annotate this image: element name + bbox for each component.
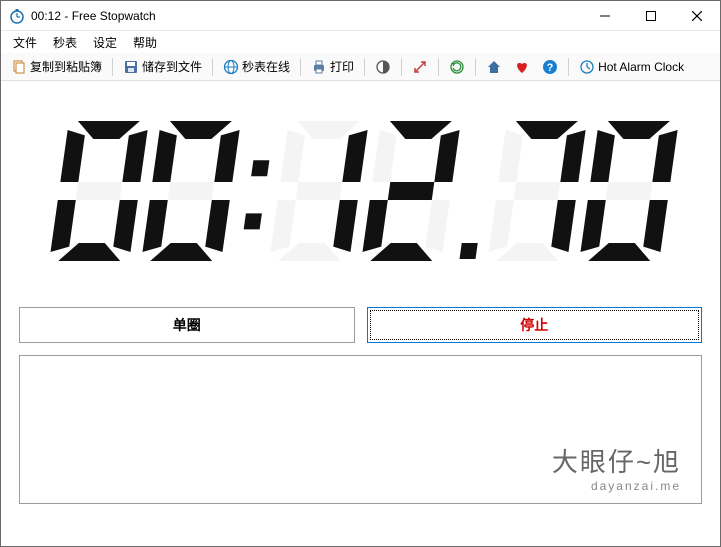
toolbar-online-label: 秒表在线 bbox=[242, 58, 290, 75]
globe-icon bbox=[223, 59, 239, 75]
title-bar: 00:12 - Free Stopwatch bbox=[1, 1, 720, 31]
lap-log[interactable]: 大眼仔~旭 dayanzai.me bbox=[19, 355, 702, 504]
close-button[interactable] bbox=[674, 1, 720, 30]
window-title: 00:12 - Free Stopwatch bbox=[31, 9, 582, 23]
toolbar-print-label: 打印 bbox=[330, 58, 354, 75]
svg-text:?: ? bbox=[547, 62, 554, 74]
expand-icon bbox=[412, 59, 428, 75]
toolbar-separator bbox=[568, 58, 569, 76]
menu-settings[interactable]: 设定 bbox=[85, 32, 125, 53]
save-icon bbox=[123, 59, 139, 75]
toolbar-print-button[interactable]: 打印 bbox=[307, 56, 358, 77]
refresh-icon bbox=[449, 59, 465, 75]
toolbar-hotalarm-label: Hot Alarm Clock bbox=[598, 60, 684, 74]
heart-icon bbox=[514, 59, 530, 75]
minimize-button[interactable] bbox=[582, 1, 628, 30]
clock-icon bbox=[579, 59, 595, 75]
toolbar-save-label: 储存到文件 bbox=[142, 58, 202, 75]
toolbar-save-button[interactable]: 储存到文件 bbox=[119, 56, 206, 77]
print-icon bbox=[311, 59, 327, 75]
watermark-line1: 大眼仔~旭 bbox=[552, 446, 681, 480]
toolbar-contrast-button[interactable] bbox=[371, 57, 395, 77]
toolbar-fullscreen-button[interactable] bbox=[408, 57, 432, 77]
toolbar-separator bbox=[212, 58, 213, 76]
menu-stopwatch[interactable]: 秒表 bbox=[45, 32, 85, 53]
menu-bar: 文件 秒表 设定 帮助 bbox=[1, 31, 720, 53]
lap-button-label: 单圈 bbox=[173, 315, 201, 335]
stop-button[interactable]: 停止 bbox=[367, 307, 703, 343]
maximize-button[interactable] bbox=[628, 1, 674, 30]
window-controls bbox=[582, 1, 720, 30]
time-display bbox=[1, 81, 720, 301]
toolbar-online-button[interactable]: 秒表在线 bbox=[219, 56, 294, 77]
toolbar-home-button[interactable] bbox=[482, 57, 506, 77]
toolbar-separator bbox=[401, 58, 402, 76]
toolbar-separator bbox=[364, 58, 365, 76]
control-buttons: 单圈 停止 bbox=[1, 301, 720, 351]
stop-button-label: 停止 bbox=[520, 315, 548, 335]
watermark: 大眼仔~旭 dayanzai.me bbox=[552, 446, 681, 495]
toolbar-copy-button[interactable]: 复制到粘贴簿 bbox=[7, 56, 106, 77]
toolbar-hotalarm-button[interactable]: Hot Alarm Clock bbox=[575, 57, 688, 77]
toolbar: 复制到粘贴簿 储存到文件 秒表在线 打印 bbox=[1, 53, 720, 81]
app-icon bbox=[9, 8, 25, 24]
toolbar-copy-label: 复制到粘贴簿 bbox=[30, 58, 102, 75]
toolbar-separator bbox=[300, 58, 301, 76]
toolbar-separator bbox=[112, 58, 113, 76]
watermark-line2: dayanzai.me bbox=[552, 479, 681, 495]
home-icon bbox=[486, 59, 502, 75]
menu-help[interactable]: 帮助 bbox=[125, 32, 165, 53]
toolbar-refresh-button[interactable] bbox=[445, 57, 469, 77]
app-window: 00:12 - Free Stopwatch 文件 秒表 设定 帮助 复制到粘贴… bbox=[0, 0, 721, 547]
help-icon: ? bbox=[542, 59, 558, 75]
toolbar-separator bbox=[475, 58, 476, 76]
toolbar-help-button[interactable]: ? bbox=[538, 57, 562, 77]
contrast-icon bbox=[375, 59, 391, 75]
lap-button[interactable]: 单圈 bbox=[19, 307, 355, 343]
copy-icon bbox=[11, 59, 27, 75]
toolbar-heart-button[interactable] bbox=[510, 57, 534, 77]
menu-file[interactable]: 文件 bbox=[5, 32, 45, 53]
toolbar-separator bbox=[438, 58, 439, 76]
